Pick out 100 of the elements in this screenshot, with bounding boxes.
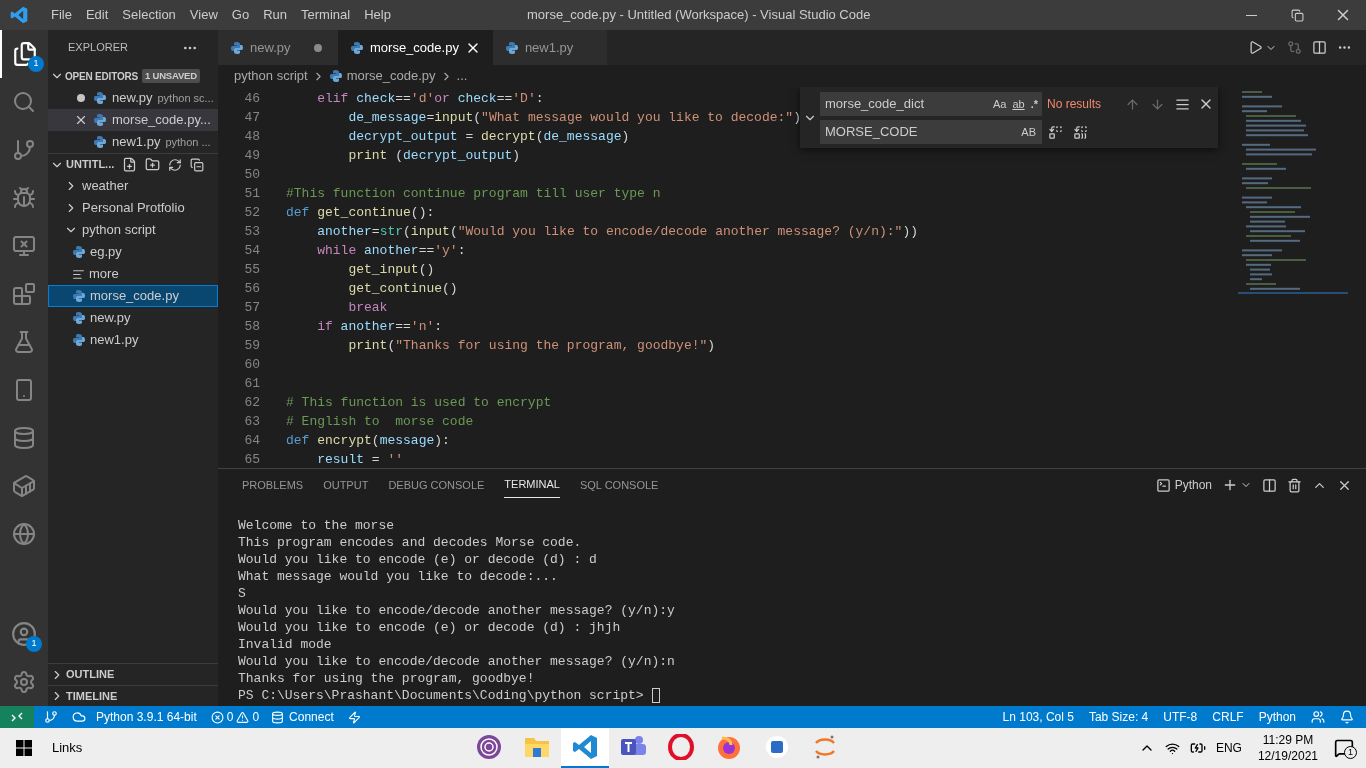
find-option[interactable]: Aa: [992, 95, 1007, 113]
wifi-icon[interactable]: [1164, 740, 1180, 756]
open-editor-item[interactable]: new.py python sc...: [48, 87, 218, 109]
search-icon[interactable]: [12, 90, 36, 114]
collapse-icon[interactable]: [190, 157, 205, 172]
status-item[interactable]: Ln 103, Col 5: [1002, 708, 1074, 726]
open-editor-item[interactable]: new1.py python ...: [48, 131, 218, 153]
tree-item[interactable]: more: [48, 263, 218, 285]
replace-field[interactable]: MORSE_CODE AB: [820, 120, 1042, 144]
action-center-icon[interactable]: [1334, 738, 1354, 758]
feedback-icon[interactable]: [1311, 710, 1325, 724]
taskbar-app[interactable]: [561, 728, 610, 768]
delete-icon[interactable]: [1287, 477, 1302, 493]
line-number: 46: [243, 89, 260, 108]
windows-start-icon[interactable]: [16, 740, 32, 756]
python-interpreter[interactable]: Python 3.9.1 64-bit: [96, 708, 197, 726]
status-item[interactable]: UTF-8: [1163, 708, 1198, 726]
notification-icon[interactable]: [1340, 710, 1354, 724]
preserve-case-option[interactable]: AB: [1021, 123, 1036, 141]
flask-icon[interactable]: [12, 330, 36, 354]
warning-icon[interactable]: [236, 710, 250, 724]
tree-item[interactable]: weather: [48, 175, 218, 197]
tree-item[interactable]: morse_code.py: [48, 285, 218, 307]
menu-item[interactable]: Help: [357, 5, 398, 25]
code-line: de_message=input("What message would you like to decode:"): [347, 108, 801, 127]
status-item[interactable]: Python: [1258, 708, 1296, 726]
editor-tab[interactable]: new1.py: [492, 30, 608, 65]
account-icon[interactable]: [11, 621, 37, 647]
branch-icon[interactable]: [44, 710, 58, 724]
panel-tab[interactable]: DEBUG CONSOLE: [388, 472, 485, 498]
lightning-icon[interactable]: [347, 710, 361, 724]
new-terminal-icon[interactable]: [1222, 477, 1238, 493]
menu-item[interactable]: Go: [224, 5, 257, 25]
run-icon[interactable]: [1248, 40, 1263, 55]
split-editor-icon[interactable]: [1312, 40, 1327, 55]
clock[interactable]: 11:29 PM 12/19/2021: [1257, 732, 1318, 764]
new-file-icon[interactable]: [122, 157, 138, 172]
database-icon[interactable]: [12, 426, 36, 450]
compare-icon[interactable]: [1287, 40, 1302, 55]
remote-explorer-icon[interactable]: [12, 234, 36, 258]
menu-item[interactable]: Run: [256, 5, 294, 25]
error-icon[interactable]: [210, 710, 224, 724]
connect-item[interactable]: Connect: [289, 708, 334, 726]
status-item[interactable]: Tab Size: 4: [1088, 708, 1149, 726]
extensions-icon[interactable]: [12, 282, 36, 306]
error-count[interactable]: 0: [226, 708, 234, 726]
find-option[interactable]: .*: [1030, 95, 1038, 113]
menu-item[interactable]: Terminal: [294, 5, 358, 25]
editor-tab[interactable]: morse_code.py: [338, 30, 493, 65]
breadcrumb-item[interactable]: python script: [234, 66, 308, 86]
container-icon[interactable]: [12, 474, 36, 498]
refresh-icon[interactable]: [168, 157, 183, 172]
database-icon[interactable]: [271, 710, 285, 724]
menu-item[interactable]: Edit: [78, 5, 116, 25]
remote-button[interactable]: [0, 706, 34, 728]
code-line: if another=='n':: [316, 317, 443, 336]
panel-tab[interactable]: OUTPUT: [323, 472, 369, 498]
new-folder-icon[interactable]: [145, 157, 161, 172]
tree-item[interactable]: python script: [48, 219, 218, 241]
section-header[interactable]: UNTITL...: [48, 153, 218, 175]
status-item[interactable]: CRLF: [1212, 708, 1244, 726]
open-editor-item[interactable]: morse_code.py...: [48, 109, 218, 131]
breadcrumb-item[interactable]: morse_code.py: [346, 66, 436, 86]
menu-item[interactable]: View: [182, 5, 225, 25]
terminal-line: This program encodes and decodes Morse code.: [238, 534, 582, 551]
split-terminal-icon[interactable]: [1262, 477, 1277, 493]
warning-count[interactable]: 0: [252, 708, 260, 726]
globe-icon[interactable]: [12, 522, 36, 546]
language-indicator[interactable]: ENG: [1215, 739, 1242, 757]
battery-icon[interactable]: [1189, 740, 1206, 756]
line-number: 55: [243, 260, 260, 279]
terminal-profile[interactable]: Python: [1174, 476, 1212, 494]
notification-badge: 1: [26, 636, 42, 652]
find-in-selection-icon[interactable]: [1175, 96, 1191, 112]
run-debug-icon[interactable]: [12, 186, 36, 210]
tree-item[interactable]: Personal Protfolio: [48, 197, 218, 219]
menu-item[interactable]: File: [44, 5, 79, 25]
find-field[interactable]: morse_code_dict Aa ab .*: [820, 92, 1042, 116]
panel-tab[interactable]: TERMINAL: [504, 472, 560, 498]
tree-item[interactable]: new.py: [48, 307, 218, 329]
editor-tab[interactable]: new.py: [218, 30, 338, 65]
find-option[interactable]: ab: [1012, 95, 1025, 113]
cloud-icon[interactable]: [72, 710, 86, 724]
replace-icon[interactable]: [1048, 124, 1063, 140]
breadcrumb-item[interactable]: ...: [456, 66, 468, 86]
tree-item[interactable]: new1.py: [48, 329, 218, 351]
panel-tab[interactable]: PROBLEMS: [242, 472, 304, 498]
settings-icon[interactable]: [12, 670, 36, 694]
taskbar-search-label[interactable]: Links: [52, 738, 83, 758]
menu-item[interactable]: Selection: [115, 5, 183, 25]
explorer-icon[interactable]: [12, 41, 38, 67]
next-match-icon[interactable]: [1150, 96, 1166, 112]
previous-match-icon[interactable]: [1125, 96, 1141, 112]
source-control-icon[interactable]: [12, 138, 36, 162]
section-header[interactable]: OPEN EDITORS 1 UNSAVED: [48, 65, 218, 87]
section-header[interactable]: OUTLINE: [48, 663, 218, 685]
panel-tab[interactable]: SQL CONSOLE: [579, 472, 659, 498]
tree-item[interactable]: eg.py: [48, 241, 218, 263]
close-icon[interactable]: [74, 113, 88, 127]
replace-all-icon[interactable]: [1073, 124, 1088, 140]
